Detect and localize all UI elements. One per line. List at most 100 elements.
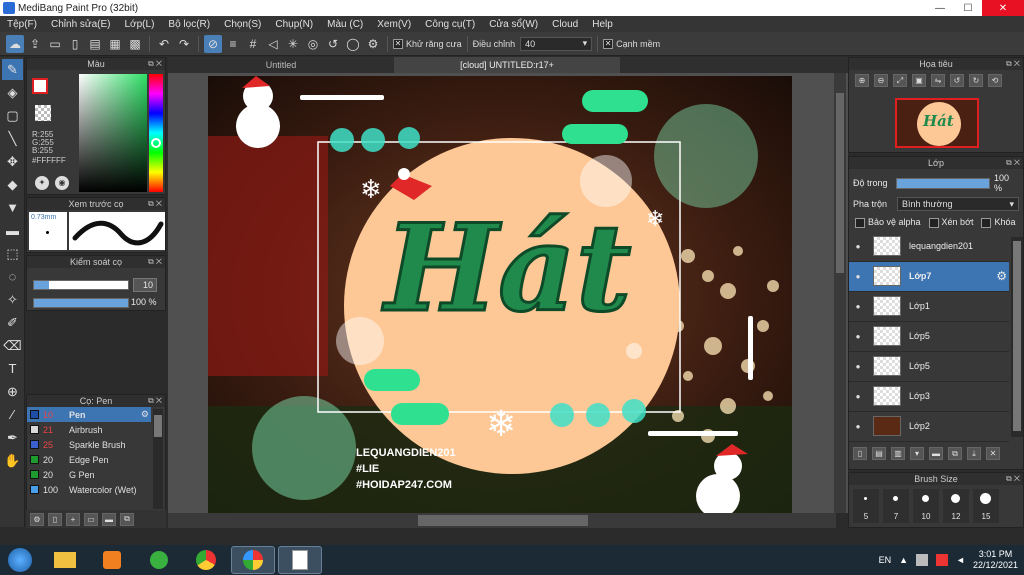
menu-snap[interactable]: Chụp(N) bbox=[268, 19, 320, 30]
speaker-icon[interactable]: ◄ bbox=[956, 555, 965, 565]
brush-list-scrollbar[interactable] bbox=[153, 409, 163, 509]
settings-gear-icon[interactable]: ⚙ bbox=[364, 35, 382, 53]
new-brush-icon[interactable]: ▯ bbox=[48, 512, 62, 526]
brush-size-preset[interactable]: 5 bbox=[853, 489, 879, 523]
brush-item-sparkle[interactable]: 25 Sparkle Brush bbox=[27, 437, 151, 452]
menu-cloud[interactable]: Cloud bbox=[545, 19, 585, 30]
panel-buttons-icon[interactable]: ⧉ ✕ bbox=[148, 198, 162, 210]
start-button-icon[interactable] bbox=[0, 546, 40, 574]
vertical-scrollbar[interactable] bbox=[834, 73, 846, 513]
zoom-in-icon[interactable]: ⊕ bbox=[855, 74, 869, 87]
visibility-eye-icon[interactable]: ● bbox=[849, 362, 867, 371]
visibility-eye-icon[interactable]: ● bbox=[849, 392, 867, 401]
document-app-icon[interactable] bbox=[278, 546, 322, 574]
visibility-eye-icon[interactable]: ● bbox=[849, 242, 867, 251]
snap-radial-icon[interactable]: ✳ bbox=[284, 35, 302, 53]
app-green-icon[interactable] bbox=[137, 546, 181, 574]
layer-row[interactable]: ● Lớp5 bbox=[849, 352, 1009, 382]
brush-tool-icon[interactable]: ✎ bbox=[2, 59, 23, 80]
folder-icon[interactable]: ▬ bbox=[102, 512, 116, 526]
share-icon[interactable]: ⇪ bbox=[26, 35, 44, 53]
minimize-button[interactable]: — bbox=[926, 0, 954, 16]
layer-row[interactable]: ● Lớp2 bbox=[849, 412, 1009, 442]
new-8bit-layer-icon[interactable]: ▥ bbox=[891, 447, 905, 460]
brush-size-slider[interactable] bbox=[33, 280, 129, 290]
layer-list-scrollbar[interactable] bbox=[1011, 237, 1023, 437]
brush-size-preset[interactable]: 15 bbox=[973, 489, 999, 523]
divide-tool-icon[interactable]: ⊕ bbox=[2, 381, 23, 402]
brush-size-preset[interactable]: 10 bbox=[913, 489, 939, 523]
menu-color[interactable]: Màu (C) bbox=[320, 19, 370, 30]
new-layer-icon[interactable]: ▯ bbox=[853, 447, 867, 460]
folder-icon[interactable]: ▬ bbox=[929, 447, 943, 460]
panel-buttons-icon[interactable]: ⧉ ✕ bbox=[148, 58, 162, 70]
fit-icon[interactable]: ⤢ bbox=[893, 74, 907, 87]
media-player-icon[interactable] bbox=[90, 546, 134, 574]
chat-icon[interactable]: ▭ bbox=[46, 35, 64, 53]
hue-slider[interactable] bbox=[149, 74, 163, 192]
cloud-icon[interactable]: ☁ bbox=[6, 34, 24, 53]
hue-handle[interactable] bbox=[151, 138, 161, 148]
line-tool-icon[interactable]: ╲ bbox=[2, 128, 23, 149]
lock-checkbox[interactable]: Khóa bbox=[981, 217, 1016, 228]
clipping-checkbox[interactable]: Xén bớt bbox=[928, 217, 973, 228]
rectangle-tool-icon[interactable]: ▢ bbox=[2, 105, 23, 126]
gear-icon[interactable]: ⚙ bbox=[141, 409, 149, 420]
brush-settings-icon[interactable]: ⚙ bbox=[30, 512, 44, 526]
maximize-button[interactable]: ☐ bbox=[954, 0, 982, 16]
layer-row[interactable]: ● lequangdien201 bbox=[849, 232, 1009, 262]
duplicate-icon[interactable]: ⧉ bbox=[120, 512, 134, 526]
clock[interactable]: 3:01 PM 22/12/2021 bbox=[973, 549, 1018, 571]
canvas-area[interactable]: Hát ❄ ❄ ❄ LEQUANGDIEN201 #LIE #HOIDAP247… bbox=[168, 73, 848, 513]
move-tool-icon[interactable]: ✥ bbox=[2, 151, 23, 172]
gear-icon[interactable]: ⚙ bbox=[996, 269, 1007, 283]
hand-tool-icon[interactable]: ✋ bbox=[2, 450, 23, 471]
brush-item-edge-pen[interactable]: 20 Edge Pen bbox=[27, 452, 151, 467]
text-tool-icon[interactable]: T bbox=[2, 358, 23, 379]
brush-size-field[interactable]: 10 bbox=[133, 278, 157, 292]
antialias-checkbox[interactable]: ✕ Khử răng cưa bbox=[393, 38, 462, 49]
menu-file[interactable]: Tệp(F) bbox=[0, 19, 44, 30]
adjust-select[interactable]: 40 ▾ bbox=[520, 36, 593, 51]
menu-window[interactable]: Cửa sổ(W) bbox=[482, 19, 545, 30]
color-picker-icon[interactable]: ✦ bbox=[35, 176, 49, 190]
color-palette-icon[interactable]: ◉ bbox=[55, 176, 69, 190]
fill-tool-icon[interactable]: ◆ bbox=[2, 174, 23, 195]
primary-color-swatch[interactable] bbox=[32, 78, 48, 94]
rotate-right-icon[interactable]: ↻ bbox=[969, 74, 983, 87]
brush-opacity-slider[interactable] bbox=[33, 298, 129, 308]
document-icon[interactable]: ▤ bbox=[86, 35, 104, 53]
brush-item-airbrush[interactable]: 21 Airbrush bbox=[27, 422, 151, 437]
brush-item-pen[interactable]: 10 Pen ⚙ bbox=[27, 407, 151, 422]
snap-ellipse-icon[interactable]: ◯ bbox=[344, 35, 362, 53]
tray-red-v-icon[interactable] bbox=[936, 554, 949, 566]
add-brush-icon[interactable]: + bbox=[66, 512, 80, 526]
chrome-icon[interactable] bbox=[184, 546, 228, 574]
layer-row[interactable]: ● Lớp1 bbox=[849, 292, 1009, 322]
sharp-checkbox[interactable]: ✕ Cạnh mềm bbox=[603, 38, 660, 49]
merge-layer-icon[interactable]: ⤓ bbox=[967, 447, 981, 460]
panel-buttons-icon[interactable]: ⧉ ✕ bbox=[1006, 157, 1020, 169]
menu-help[interactable]: Help bbox=[585, 19, 620, 30]
pen-tool-icon[interactable]: ✒ bbox=[2, 427, 23, 448]
tray-arrow-icon[interactable]: ▲ bbox=[899, 555, 908, 565]
snap-curve-icon[interactable]: ↺ bbox=[324, 35, 342, 53]
actual-size-icon[interactable]: ▣ bbox=[912, 74, 926, 87]
protect-alpha-checkbox[interactable]: Bảo vệ alpha bbox=[855, 217, 921, 228]
lasso-tool-icon[interactable]: ◌ bbox=[2, 266, 23, 287]
add-layer-menu-icon[interactable]: ▾ bbox=[910, 447, 924, 460]
copy-brush-icon[interactable]: ▭ bbox=[84, 512, 98, 526]
snap-circle-icon[interactable]: ◎ bbox=[304, 35, 322, 53]
medibang-taskbar-icon[interactable] bbox=[231, 546, 275, 574]
panel-buttons-icon[interactable]: ⧉ ✕ bbox=[1006, 473, 1020, 485]
blend-mode-select[interactable]: Bình thường ▾ bbox=[897, 197, 1019, 211]
gradient-tool-icon[interactable]: ▬ bbox=[2, 220, 23, 241]
delete-layer-icon[interactable]: ✕ bbox=[986, 447, 1000, 460]
file-explorer-icon[interactable] bbox=[43, 546, 87, 574]
select-pen-tool-icon[interactable]: ✐ bbox=[2, 312, 23, 333]
visibility-eye-icon[interactable]: ● bbox=[849, 332, 867, 341]
close-button[interactable]: ✕ bbox=[982, 0, 1024, 16]
menu-edit[interactable]: Chỉnh sửa(E) bbox=[44, 19, 118, 30]
brush-size-preset[interactable]: 12 bbox=[943, 489, 969, 523]
snap-grid-icon[interactable]: # bbox=[244, 35, 262, 53]
